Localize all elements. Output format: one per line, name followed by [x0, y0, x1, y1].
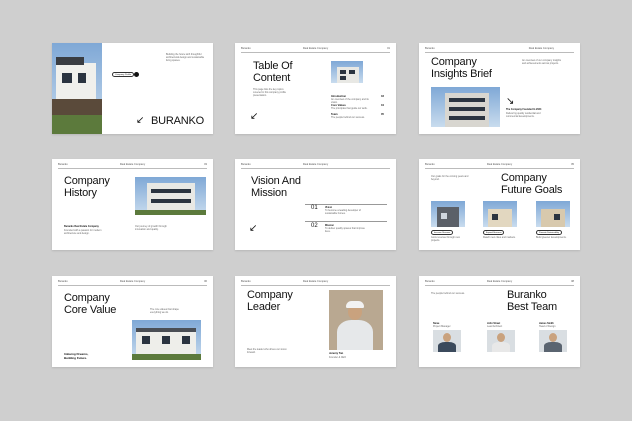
goal-desc-2: Reach new cities and markets.	[483, 236, 516, 239]
core-blurb: The core values that shape everything we…	[150, 308, 179, 314]
header-center: Real Estate Company	[119, 280, 146, 283]
goals-blurb: Our goals for the coming years and beyon…	[431, 175, 469, 181]
goal-desc-1: Grow revenue through new projects.	[431, 236, 460, 242]
header-brand: Buranko	[241, 163, 251, 166]
slide-core-value[interactable]: Buranko Real Estate Company 06 Company Core…	[52, 276, 213, 367]
team-photo-1	[433, 330, 461, 352]
insights-blurb: An overview of our company insights and …	[522, 59, 561, 65]
vision-title: Vision And Mission	[251, 175, 301, 199]
header-center: Real Estate Company	[486, 163, 513, 166]
vision-num: 01	[311, 205, 318, 211]
house-photo	[52, 43, 102, 134]
toc-blurb: This page lists the key topics covered i…	[253, 88, 286, 97]
leader-title: Company Leader	[247, 289, 293, 313]
toc-item-1-num: 03	[381, 95, 384, 98]
company-profile-pill: Company Profile	[112, 72, 135, 77]
history-text-a: Founded with a passion for modern archit…	[64, 229, 102, 235]
header-center: Real Estate Company	[302, 47, 329, 50]
toc-item-3-desc: The people behind our success.	[331, 116, 365, 119]
leader-role: Founder & CEO	[329, 356, 347, 359]
goals-title: Company Future Goals	[501, 172, 563, 196]
mission-desc: To deliver quality spaces that improve l…	[325, 227, 365, 233]
leader-blurb: Meet the leader who drives our vision fo…	[247, 348, 287, 354]
header-brand: Buranko	[425, 163, 435, 166]
team-photo-3	[539, 330, 567, 352]
goal-photo-1	[431, 201, 465, 227]
header-brand: Buranko	[58, 163, 68, 166]
header-brand: Buranko	[241, 280, 251, 283]
toc-item-2-num: 04	[381, 104, 384, 107]
header-brand: Buranko	[241, 47, 251, 50]
apartment-photo	[431, 87, 500, 127]
pill-dot	[134, 72, 139, 77]
slide-insights-brief[interactable]: Buranko Real Estate Company Company Insigh…	[419, 43, 580, 134]
page-number: 01	[387, 47, 390, 50]
cover-title: BURANKO	[151, 115, 204, 127]
slide-company-history[interactable]: Buranko Real Estate Company 03 Company Hist…	[52, 159, 213, 250]
townhouse-photo	[132, 320, 201, 360]
cover-blurb: Building the future with thoughtful arch…	[166, 53, 205, 62]
goal-desc-3: Build greener developments.	[536, 236, 567, 239]
team-desc-2: Lead Architect	[487, 325, 503, 328]
header-brand: Buranko	[58, 280, 68, 283]
goal-label-1: Increase Revenue	[431, 230, 454, 235]
insights-title: Company Insights Brief	[431, 56, 492, 80]
goal-photo-3	[536, 201, 570, 227]
page-number: 03	[204, 163, 207, 166]
header-center: Real Estate Company	[486, 280, 513, 283]
building-photo	[331, 61, 363, 83]
slide-future-goals[interactable]: Buranko Real Estate Company 05 Our goals f…	[419, 159, 580, 250]
core-tagline: Imbuing Dreams, Building Future.	[64, 352, 89, 360]
insights-sub-text: Delivering quality residential and comme…	[506, 112, 541, 118]
goal-photo-2	[483, 201, 517, 227]
team-title: Buranko Best Team	[507, 289, 557, 313]
slide-cover[interactable]: Building the future with thoughtful arch…	[52, 43, 213, 134]
header-brand: Buranko	[425, 47, 435, 50]
mission-num: 02	[311, 223, 318, 229]
team-photo-2	[487, 330, 515, 352]
slide-best-team[interactable]: Buranko Real Estate Company 08 The people …	[419, 276, 580, 367]
toc-item-3-num: 05	[381, 113, 384, 116]
goal-label-2: Expand Business	[483, 230, 505, 235]
arrow-down-right-icon: ↘	[506, 96, 515, 107]
team-desc-1: Project Manager	[433, 325, 451, 328]
team-blurb: The people behind our success.	[431, 292, 465, 295]
building-photo	[135, 177, 206, 215]
slide-vision-mission[interactable]: Buranko Real Estate Company Vision And Mis…	[235, 159, 396, 250]
core-title: Company Core Value	[64, 292, 117, 316]
team-desc-3: Head of Design	[539, 325, 556, 328]
page-number: 06	[204, 280, 207, 283]
history-text-b: Our journey of growth through innovation…	[135, 225, 167, 231]
page-number: 05	[571, 163, 574, 166]
toc-title: Table Of Content	[253, 60, 293, 84]
history-title: Company History	[64, 175, 110, 199]
goal-label-3: Promote Sustainability	[536, 230, 562, 235]
arrow-down-left-icon: ↙	[249, 223, 258, 234]
header-center: Real Estate Company	[119, 163, 146, 166]
header-center: Real Estate Company	[302, 163, 329, 166]
leader-photo	[329, 290, 383, 350]
vision-desc: To become a leading developer of sustain…	[325, 209, 361, 215]
arrow-down-left-icon: ↙	[136, 115, 145, 126]
header-center: Real Estate Company	[528, 47, 554, 50]
header-brand: Buranko	[425, 280, 435, 283]
header-center: Real Estate Company	[302, 280, 329, 283]
toc-item-2-desc: The principles that guide our work.	[331, 107, 368, 110]
slide-company-leader[interactable]: Buranko Real Estate Company Company Leader…	[235, 276, 396, 367]
page-number: 08	[571, 280, 574, 283]
slide-table-of-content[interactable]: Buranko Real Estate Company 01 Table Of Con…	[235, 43, 396, 134]
arrow-down-left-icon: ↙	[250, 111, 259, 122]
